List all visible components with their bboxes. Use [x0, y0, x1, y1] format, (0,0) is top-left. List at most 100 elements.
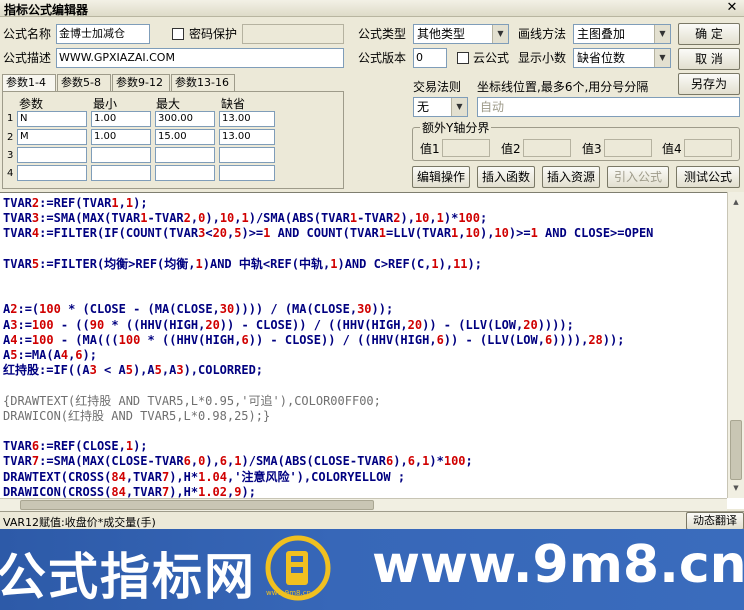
param-header-max: 最大 [156, 97, 181, 111]
coord-line-label: 坐标线位置,最多6个,用分号分隔 [477, 80, 649, 94]
draw-method-select[interactable]: 主图叠加 ▼ [573, 24, 671, 44]
save-as-button[interactable]: 另存为 [678, 73, 740, 95]
param-row-number: 4 [7, 168, 14, 179]
chevron-down-icon[interactable]: ▼ [492, 25, 508, 43]
param-max-cell[interactable] [155, 147, 215, 163]
scroll-down-icon[interactable]: ▼ [730, 484, 742, 492]
param-default-cell[interactable] [219, 165, 275, 181]
param-header-name: 参数 [19, 97, 44, 111]
draw-method-label: 画线方法 [518, 27, 567, 41]
formula-editor-window: 指标公式编辑器 ✕ 公式名称 金博士加减仓 密码保护 公式类型 其他类型 ▼ 画… [0, 0, 744, 610]
param-default-cell[interactable] [219, 147, 275, 163]
draw-method-value: 主图叠加 [577, 27, 626, 41]
chevron-down-icon[interactable]: ▼ [654, 49, 670, 67]
password-checkbox[interactable] [172, 28, 184, 40]
code-line: TVAR3:=SMA(MAX(TVAR1-TVAR2,0),10,1)/SMA(… [3, 211, 488, 226]
cloud-formula-checkbox[interactable] [457, 52, 469, 64]
horizontal-scroll-thumb[interactable] [20, 500, 374, 510]
status-bar: VAR12赋值:收盘价*成交量(手) 动态翻译 [0, 511, 744, 530]
code-line: DRAWTEXT(CROSS(84,TVAR7),H*1.04,'注意风险'),… [3, 469, 406, 484]
code-line: 红持股:=IF((A3 < A5),A5,A3),COLORRED; [3, 363, 264, 378]
banner-logo: www.9m8.cn [262, 531, 334, 605]
code-line: A4:=100 - (MA(((100 * ((HHV(HIGH,6)) - C… [3, 332, 625, 347]
param-max-cell[interactable]: 15.00 [155, 129, 215, 145]
password-input [242, 24, 344, 44]
scroll-up-icon[interactable]: ▲ [730, 198, 742, 206]
chevron-down-icon[interactable]: ▼ [451, 98, 467, 116]
param-max-cell[interactable]: 300.00 [155, 111, 215, 127]
dynamic-translate-button[interactable]: 动态翻译 [686, 512, 744, 530]
param-min-cell[interactable]: 1.00 [91, 129, 151, 145]
param-name-cell[interactable] [17, 165, 87, 181]
param-row-number: 3 [7, 150, 14, 161]
tab-params-13-16[interactable]: 参数13-16 [171, 74, 235, 92]
value4-input [684, 139, 732, 157]
value1-label: 值1 [420, 142, 440, 156]
code-line: {DRAWTEXT(红持股 AND TVAR5,L*0.95,'可追'),COL… [3, 393, 381, 408]
code-line: TVAR5:=FILTER(均衡>REF(均衡,1)AND 中轨<REF(中轨,… [3, 256, 482, 271]
formula-version-label: 公式版本 [358, 51, 407, 65]
formula-type-value: 其他类型 [417, 27, 466, 41]
code-line: TVAR7:=SMA(MAX(CLOSE-TVAR6,0),6,1)/SMA(A… [3, 454, 473, 469]
decimals-select[interactable]: 缺省位数 ▼ [573, 48, 671, 68]
param-header-min: 最小 [93, 97, 118, 111]
formula-type-label: 公式类型 [358, 27, 407, 41]
param-default-cell[interactable]: 13.00 [219, 129, 275, 145]
close-icon[interactable]: ✕ [724, 0, 740, 15]
value1-input [442, 139, 490, 157]
vertical-scroll-thumb[interactable] [730, 420, 742, 480]
trade-rule-label: 交易法则 [413, 80, 462, 94]
chevron-down-icon[interactable]: ▼ [654, 25, 670, 43]
param-default-cell[interactable]: 13.00 [219, 111, 275, 127]
banner-right-text: www.9m8.cn [372, 535, 744, 595]
cancel-button[interactable]: 取 消 [678, 48, 740, 70]
coord-line-input[interactable]: 自动 [477, 97, 740, 117]
test-formula-button[interactable]: 测试公式 [676, 166, 740, 188]
trade-rule-value: 无 [417, 100, 430, 114]
code-editor[interactable]: TVAR2:=REF(TVAR1,1); TVAR3:=SMA(MAX(TVAR1… [0, 192, 744, 509]
code-line: TVAR4:=FILTER(IF(COUNT(TVAR3<20,5)>=1 AN… [3, 226, 654, 241]
formula-version-input[interactable]: 0 [413, 48, 447, 68]
formula-name-input[interactable]: 金博士加减仓 [56, 24, 150, 44]
formula-name-label: 公式名称 [3, 27, 52, 41]
param-min-cell[interactable] [91, 165, 151, 181]
vertical-scrollbar[interactable]: ▲ ▼ [727, 192, 744, 498]
decimals-value: 缺省位数 [577, 51, 626, 65]
watermark-banner: 公式指标网 www.9m8.cn www.9m8.cn [0, 529, 744, 610]
value4-label: 值4 [662, 142, 682, 156]
cloud-formula-label: 云公式 [473, 51, 510, 65]
password-label: 密码保护 [189, 27, 238, 41]
code-line: TVAR2:=REF(TVAR1,1); [3, 196, 148, 210]
trade-rule-select[interactable]: 无 ▼ [413, 97, 468, 117]
confirm-button[interactable]: 确 定 [678, 23, 740, 45]
tab-params-9-12[interactable]: 参数9-12 [112, 74, 170, 92]
param-min-cell[interactable]: 1.00 [91, 111, 151, 127]
formula-type-select[interactable]: 其他类型 ▼ [413, 24, 509, 44]
banner-left-text: 公式指标网 [0, 548, 256, 606]
title-bar[interactable]: 指标公式编辑器 ✕ [0, 0, 744, 17]
code-line: A5:=MA(A4,6); [3, 348, 97, 362]
param-header-default: 缺省 [221, 97, 246, 111]
formula-desc-input[interactable]: WWW.GPXIAZAI.COM [56, 48, 344, 68]
horizontal-scrollbar[interactable] [0, 498, 727, 511]
import-formula-button[interactable]: 引入公式 [607, 166, 669, 188]
value3-label: 值3 [582, 142, 602, 156]
code-line: TVAR6:=REF(CLOSE,1); [3, 439, 148, 454]
params-panel: 参数 最小 最大 缺省 1 N 1.00 300.00 13.00 2 M 1.… [2, 91, 344, 189]
param-name-cell[interactable]: N [17, 111, 87, 127]
decimals-label: 显示小数 [518, 51, 567, 65]
status-text: VAR12赋值:收盘价*成交量(手) [3, 516, 156, 529]
param-min-cell[interactable] [91, 147, 151, 163]
value2-label: 值2 [501, 142, 521, 156]
edit-ops-button[interactable]: 编辑操作 [412, 166, 470, 188]
insert-function-button[interactable]: 插入函数 [477, 166, 535, 188]
param-max-cell[interactable] [155, 165, 215, 181]
tab-params-5-8[interactable]: 参数5-8 [57, 74, 111, 92]
code-line: A3:=100 - ((90 * ((HHV(HIGH,20)) - CLOSE… [3, 317, 574, 332]
value3-input [604, 139, 652, 157]
param-name-cell[interactable] [17, 147, 87, 163]
param-name-cell[interactable]: M [17, 129, 87, 145]
param-row-number: 2 [7, 132, 14, 143]
param-row-number: 1 [7, 113, 14, 124]
insert-resource-button[interactable]: 插入资源 [542, 166, 600, 188]
